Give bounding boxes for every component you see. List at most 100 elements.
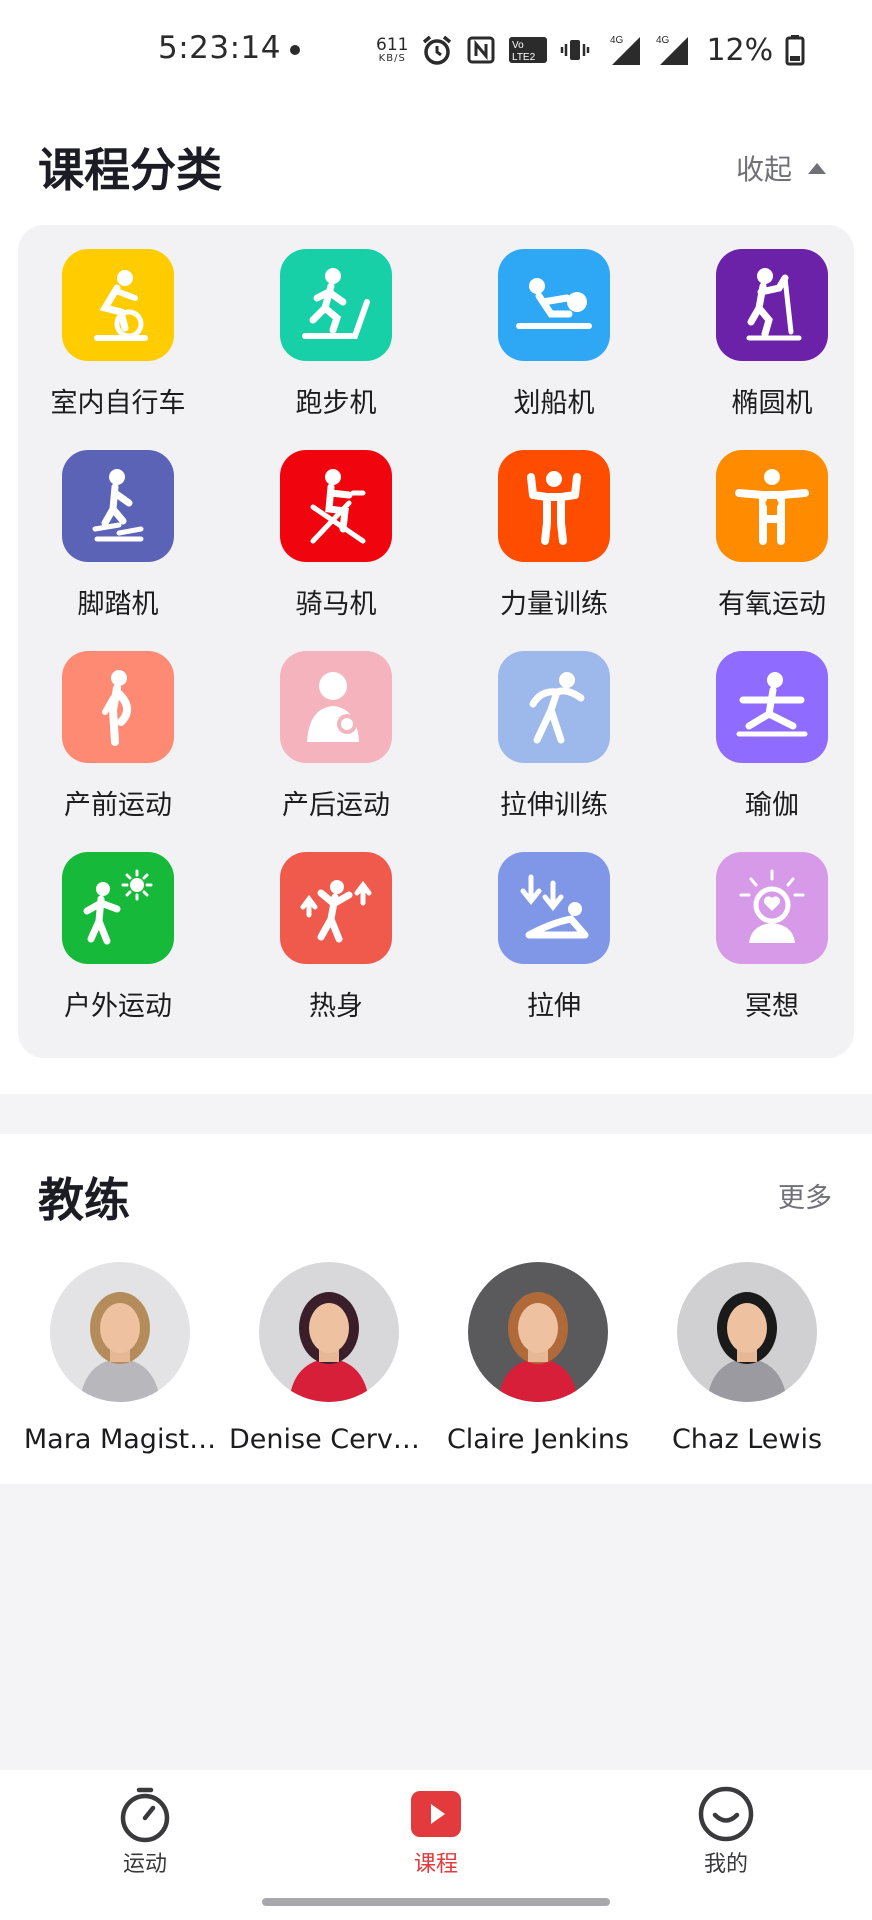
caret-up-icon	[808, 162, 827, 174]
battery-percent: 12%	[706, 32, 774, 68]
coach-card[interactable]: Mara Magist…	[20, 1262, 220, 1455]
category-label: 跑步机	[295, 388, 377, 419]
category-label: 拉伸	[527, 991, 581, 1022]
category-item[interactable]: 跑步机	[236, 249, 436, 429]
more-coaches-link[interactable]: 更多	[778, 1176, 832, 1215]
category-item[interactable]: 产后运动	[236, 651, 436, 831]
horse-rider-icon	[280, 450, 392, 562]
category-item[interactable]: 拉伸训练	[454, 651, 654, 831]
category-item[interactable]: 拉伸	[454, 852, 654, 1032]
elliptical-icon	[716, 249, 828, 361]
svg-text:LTE2: LTE2	[512, 52, 536, 63]
network-speed-unit: KB/S	[378, 52, 406, 64]
category-item[interactable]: 户外运动	[18, 852, 218, 1032]
status-time: 5:23:14	[158, 30, 282, 66]
course-category-section: 课程分类 收起 室内自行车 跑步机 划船机 椭圆机脚踏机 骑马机 力量训练 有氧运动产前运动…	[0, 98, 872, 1094]
category-item[interactable]: 有氧运动	[672, 450, 872, 630]
category-label: 椭圆机	[731, 388, 813, 419]
coach-card[interactable]: Chaz Lewis	[647, 1262, 847, 1455]
section-title-coaches: 教练	[38, 1173, 130, 1227]
section-divider	[0, 1094, 872, 1134]
coach-name: Chaz Lewis	[671, 1424, 823, 1455]
home-indicator[interactable]	[262, 1898, 610, 1906]
category-label: 冥想	[745, 991, 799, 1022]
rowing-machine-icon	[498, 249, 610, 361]
smile-face-icon	[698, 1786, 754, 1842]
category-item[interactable]: 划船机	[454, 249, 654, 429]
category-label: 热身	[309, 991, 363, 1022]
category-label: 瑜伽	[745, 790, 799, 821]
indoor-bike-icon	[62, 249, 174, 361]
aerobic-icon	[716, 450, 828, 562]
coach-name: Mara Magist…	[23, 1424, 217, 1455]
app-screen: 5:23:14 611 KB/S Vo LTE2 4G 4G 12% 课程分类 …	[0, 0, 872, 1920]
category-item[interactable]: 椭圆机	[672, 249, 872, 429]
play-video-icon	[411, 1791, 461, 1837]
category-item[interactable]: 热身	[236, 852, 436, 1032]
coach-section: 教练 更多 Mara Magist… Denise Cerva… Claire Je…	[0, 1134, 872, 1484]
warmup-icon	[280, 852, 392, 964]
coach-card[interactable]: Claire Jenkins	[438, 1262, 638, 1455]
network-speed-value: 611	[376, 34, 409, 55]
status-bar: 5:23:14 611 KB/S Vo LTE2 4G 4G 12%	[0, 0, 872, 98]
nfc-icon	[467, 36, 495, 64]
stopwatch-icon	[120, 1787, 170, 1843]
category-label: 户外运动	[64, 991, 172, 1022]
category-item[interactable]: 产前运动	[18, 651, 218, 831]
signal-4g-icon-2: 4G	[656, 35, 689, 65]
yoga-icon	[716, 651, 828, 763]
category-item[interactable]: 骑马机	[236, 450, 436, 630]
avatar	[677, 1262, 817, 1402]
category-item[interactable]: 力量训练	[454, 450, 654, 630]
category-label: 有氧运动	[718, 589, 826, 620]
category-label: 产前运动	[64, 790, 172, 821]
category-grid: 室内自行车 跑步机 划船机 椭圆机脚踏机 骑马机 力量训练 有氧运动产前运动 产后运动 拉伸训练…	[18, 225, 854, 1058]
status-icons: 611 KB/S Vo LTE2 4G 4G 12%	[376, 26, 805, 74]
category-item[interactable]: 脚踏机	[18, 450, 218, 630]
collapse-label: 收起	[736, 153, 793, 186]
treadmill-icon	[280, 249, 392, 361]
avatar	[468, 1262, 608, 1402]
category-label: 脚踏机	[77, 589, 159, 620]
nav-tab-sport[interactable]: 运动	[75, 1784, 215, 1878]
nav-label-sport: 运动	[122, 1852, 167, 1877]
category-item[interactable]: 冥想	[672, 852, 872, 1032]
postnatal-icon	[280, 651, 392, 763]
section-title-categories: 课程分类	[38, 143, 222, 197]
collapse-button[interactable]: 收起	[736, 148, 827, 188]
svg-text:Vo: Vo	[512, 40, 524, 51]
category-label: 产后运动	[282, 790, 390, 821]
prenatal-icon	[62, 651, 174, 763]
svg-text:4G: 4G	[610, 35, 624, 46]
category-label: 骑马机	[295, 589, 377, 620]
coach-name: Claire Jenkins	[446, 1424, 630, 1455]
battery-icon	[785, 35, 805, 66]
avatar	[259, 1262, 399, 1402]
notification-dot	[290, 45, 300, 55]
alarm-icon	[423, 35, 452, 65]
outdoor-icon	[62, 852, 174, 964]
category-item[interactable]: 瑜伽	[672, 651, 872, 831]
nav-label-mine: 我的	[703, 1852, 748, 1877]
strength-icon	[498, 450, 610, 562]
svg-text:4G: 4G	[656, 35, 670, 46]
network-speed: 611 KB/S	[376, 34, 409, 64]
stepper-icon	[62, 450, 174, 562]
coach-card[interactable]: Denise Cerva…	[229, 1262, 429, 1455]
category-label: 室内自行车	[50, 388, 186, 419]
category-label: 拉伸训练	[500, 790, 608, 821]
stretch-training-icon	[498, 651, 610, 763]
stretch-icon	[498, 852, 610, 964]
coach-card[interactable]: L	[856, 1262, 872, 1455]
coach-name: Denise Cerva…	[229, 1424, 429, 1455]
nav-tab-courses[interactable]: 课程	[366, 1784, 506, 1878]
signal-4g-icon: 4G	[610, 35, 641, 65]
category-label: 力量训练	[500, 589, 608, 620]
category-item[interactable]: 室内自行车	[18, 249, 218, 429]
volte-icon: Vo LTE2	[509, 37, 548, 63]
avatar	[50, 1262, 190, 1402]
meditation-icon	[716, 852, 828, 964]
nav-tab-mine[interactable]: 我的	[656, 1784, 796, 1878]
vibrate-icon	[561, 40, 590, 60]
nav-label-courses: 课程	[413, 1852, 458, 1877]
